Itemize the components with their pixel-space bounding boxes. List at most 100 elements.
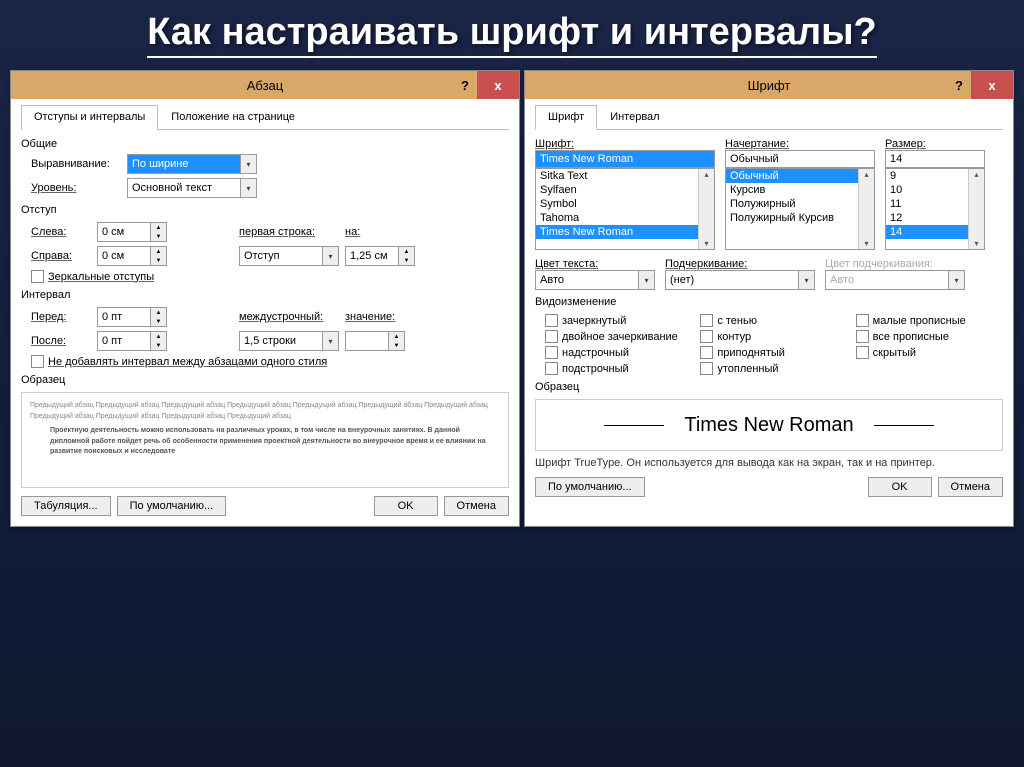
left-label: Слева: [31, 226, 91, 238]
dropdown-arrow-icon: ▾ [240, 155, 256, 173]
after-spinner[interactable]: 0 пт ▲▼ [97, 331, 167, 351]
list-item[interactable]: Полужирный Курсив [726, 211, 874, 225]
right-spinner[interactable]: 0 см ▲▼ [97, 246, 167, 266]
spin-up-icon[interactable]: ▲ [151, 308, 166, 317]
ok-button[interactable]: OK [868, 477, 932, 497]
right-label: Справа: [31, 250, 91, 262]
indent-header: Отступ [21, 204, 57, 216]
font-sample-header: Образец [535, 381, 579, 393]
font-title: Шрифт [525, 78, 1013, 93]
font-color-combo[interactable]: Авто▾ [535, 270, 655, 290]
tab-font[interactable]: Шрифт [535, 105, 597, 130]
underline-combo[interactable]: (нет)▾ [665, 270, 815, 290]
dropdown-arrow-icon: ▾ [638, 271, 654, 289]
help-button[interactable]: ? [947, 71, 971, 99]
font-color-label: Цвет текста: [535, 258, 655, 270]
common-header: Общие [21, 138, 509, 150]
tab-page-position[interactable]: Положение на странице [158, 105, 308, 129]
font-listbox[interactable]: Sitka Text Sylfaen Symbol Tahoma Times N… [535, 168, 715, 250]
font-sample-box: Times New Roman [535, 399, 1003, 451]
size-listbox[interactable]: 9 10 11 12 14 ▴▾ [885, 168, 985, 250]
before-spinner[interactable]: 0 пт ▲▼ [97, 307, 167, 327]
left-spinner[interactable]: 0 см ▲▼ [97, 222, 167, 242]
allcaps-checkbox[interactable]: все прописные [856, 330, 1003, 343]
by-label: на: [345, 226, 385, 238]
tab-character-spacing[interactable]: Интервал [597, 105, 672, 129]
spin-up-icon[interactable]: ▲ [151, 223, 166, 232]
scrollbar[interactable]: ▴▾ [698, 169, 714, 249]
superscript-checkbox[interactable]: надстрочный [545, 346, 692, 359]
first-line-label: первая строка: [239, 226, 339, 238]
spin-up-icon[interactable]: ▲ [399, 247, 414, 256]
level-combo[interactable]: Основной текст ▾ [127, 178, 257, 198]
list-item[interactable]: Sylfaen [536, 183, 714, 197]
underline-color-combo: Авто▾ [825, 270, 965, 290]
list-item[interactable]: Times New Roman [536, 225, 714, 239]
checkbox-icon [31, 270, 44, 283]
scrollbar[interactable]: ▴▾ [858, 169, 874, 249]
font-hint: Шрифт TrueType. Он используется для выво… [535, 457, 1003, 469]
spin-up-icon[interactable]: ▲ [151, 332, 166, 341]
font-dialog: Шрифт ? x Шрифт Интервал Шрифт: Sitka Te… [524, 70, 1014, 527]
strikethrough-checkbox[interactable]: зачеркнутый [545, 314, 692, 327]
by-spinner[interactable]: 1,25 см ▲▼ [345, 246, 415, 266]
font-name-label: Шрифт: [535, 138, 715, 150]
dropdown-arrow-icon: ▾ [322, 332, 338, 350]
before-label: Перед: [31, 311, 91, 323]
close-button[interactable]: x [971, 71, 1013, 99]
help-button[interactable]: ? [453, 71, 477, 99]
shadow-checkbox[interactable]: с тенью [700, 314, 847, 327]
outline-checkbox[interactable]: контур [700, 330, 847, 343]
double-strikethrough-checkbox[interactable]: двойное зачеркивание [545, 330, 692, 343]
font-style-input[interactable] [725, 150, 875, 168]
list-item[interactable]: Курсив [726, 183, 874, 197]
first-line-combo[interactable]: Отступ ▾ [239, 246, 339, 266]
list-item[interactable]: Обычный [726, 169, 874, 183]
default-button[interactable]: По умолчанию... [535, 477, 645, 497]
subscript-checkbox[interactable]: подстрочный [545, 362, 692, 375]
hidden-checkbox[interactable]: скрытый [856, 346, 1003, 359]
spin-down-icon[interactable]: ▼ [399, 256, 414, 265]
mirror-indent-checkbox[interactable]: Зеркальные отступы [31, 270, 154, 283]
scrollbar[interactable]: ▴▾ [968, 169, 984, 249]
font-size-input[interactable] [885, 150, 985, 168]
smallcaps-checkbox[interactable]: малые прописные [856, 314, 1003, 327]
tabs-button[interactable]: Табуляция... [21, 496, 111, 516]
spin-down-icon[interactable]: ▼ [151, 232, 166, 241]
ok-button[interactable]: OK [374, 496, 438, 516]
engrave-checkbox[interactable]: утопленный [700, 362, 847, 375]
cancel-button[interactable]: Отмена [444, 496, 509, 516]
no-space-same-style-checkbox[interactable]: Не добавлять интервал между абзацами одн… [31, 355, 327, 368]
cancel-button[interactable]: Отмена [938, 477, 1003, 497]
effects-header: Видоизменение [535, 296, 616, 308]
spacing-value-spinner[interactable]: ▲▼ [345, 331, 405, 351]
list-item[interactable]: Symbol [536, 197, 714, 211]
list-item[interactable]: Полужирный [726, 197, 874, 211]
preview-box: Предыдущий абзац Предыдущий абзац Предыд… [21, 392, 509, 488]
style-listbox[interactable]: Обычный Курсив Полужирный Полужирный Кур… [725, 168, 875, 250]
default-button[interactable]: По умолчанию... [117, 496, 227, 516]
spin-down-icon[interactable]: ▼ [151, 256, 166, 265]
list-item[interactable]: Sitka Text [536, 169, 714, 183]
align-combo[interactable]: По ширине ▾ [127, 154, 257, 174]
paragraph-title: Абзац [11, 78, 519, 93]
underline-label: Подчеркивание: [665, 258, 815, 270]
emboss-checkbox[interactable]: приподнятый [700, 346, 847, 359]
dropdown-arrow-icon: ▾ [798, 271, 814, 289]
tab-indents-spacing[interactable]: Отступы и интервалы [21, 105, 158, 130]
level-label: Уровень: [31, 182, 121, 194]
paragraph-dialog: Абзац ? x Отступы и интервалы Положение … [10, 70, 520, 527]
font-name-input[interactable] [535, 150, 715, 168]
list-item[interactable]: Tahoma [536, 211, 714, 225]
align-label: Выравнивание: [31, 158, 121, 170]
spin-up-icon[interactable]: ▲ [389, 332, 404, 341]
line-spacing-combo[interactable]: 1,5 строки ▾ [239, 331, 339, 351]
spin-down-icon[interactable]: ▼ [151, 317, 166, 326]
slide-title: Как настраивать шрифт и интервалы? [0, 0, 1024, 70]
spin-up-icon[interactable]: ▲ [151, 247, 166, 256]
sample-header: Образец [21, 374, 65, 386]
close-button[interactable]: x [477, 71, 519, 99]
spacing-header: Интервал [21, 289, 70, 301]
spin-down-icon[interactable]: ▼ [151, 341, 166, 350]
spin-down-icon[interactable]: ▼ [389, 341, 404, 350]
